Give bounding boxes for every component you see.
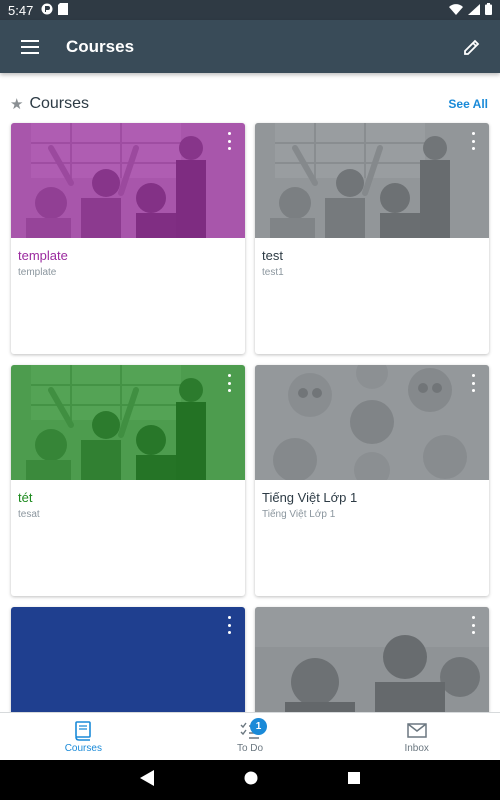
wifi-icon [449,3,463,18]
course-card[interactable]: test test1 [255,123,489,354]
system-navigation-bar [0,760,500,800]
course-image [255,365,489,480]
tab-courses[interactable]: Courses [0,713,167,760]
app-bar: Courses [0,20,500,73]
course-options-icon[interactable] [225,616,233,634]
tab-inbox-label: Inbox [404,742,429,754]
signal-icon [468,3,480,18]
home-icon[interactable] [244,771,258,790]
tab-todo-label: To Do [236,742,264,754]
page-title: Courses [66,36,135,56]
pencil-icon [464,39,480,55]
course-options-icon[interactable] [225,132,233,150]
course-name: template [18,248,68,263]
course-image [255,123,489,238]
course-card[interactable] [255,607,489,712]
tab-todo[interactable]: 1 To Do [167,713,334,760]
course-image [11,607,245,712]
course-card[interactable] [11,607,245,712]
courses-content: ★ Courses See All template template test te… [0,73,500,712]
back-icon[interactable] [140,769,154,791]
course-options-icon[interactable] [225,374,233,392]
course-card[interactable]: tét tesat [11,365,245,596]
status-time: 5:47 [8,2,34,18]
course-card[interactable]: Tiếng Việt Lớp 1 Tiếng Việt Lớp 1 [255,365,489,596]
course-options-icon[interactable] [469,132,477,150]
course-options-icon[interactable] [469,616,477,634]
course-card-body: Tiếng Việt Lớp 1 Tiếng Việt Lớp 1 [255,480,489,530]
battery-icon [485,2,492,18]
course-card-body: template template [11,238,245,288]
hamburger-icon [21,39,39,54]
book-icon [74,720,92,742]
course-code: tesat [18,509,40,520]
course-card-body: tét tesat [11,480,245,530]
tab-inbox[interactable]: Inbox [333,713,500,760]
tab-courses-label: Courses [64,742,102,754]
edit-dashboard-button[interactable] [444,20,500,73]
envelope-icon [406,720,427,742]
courses-section-header: ★ Courses See All [10,93,488,115]
course-card-body: test test1 [255,238,489,288]
course-code: test1 [262,267,284,278]
course-image [11,123,245,238]
course-name: tét [18,490,33,505]
app-notification-icon [41,3,53,18]
recents-icon[interactable] [348,771,360,789]
status-bar: 5:47 [0,0,500,20]
bottom-navigation: Courses 1 To Do Inbox [0,712,500,760]
course-options-icon[interactable] [469,374,477,392]
course-image [11,365,245,480]
section-title: Courses [29,95,90,112]
see-all-link[interactable]: See All [448,97,488,111]
menu-button[interactable] [0,20,60,73]
course-code: template [18,267,57,278]
course-name: test [262,248,283,263]
course-card[interactable]: template template [11,123,245,354]
course-name: Tiếng Việt Lớp 1 [262,490,358,505]
course-image [255,607,489,712]
course-code: Tiếng Việt Lớp 1 [262,509,336,520]
todo-count-badge: 1 [250,718,267,735]
star-icon: ★ [10,96,24,113]
sd-card-icon [58,2,69,18]
